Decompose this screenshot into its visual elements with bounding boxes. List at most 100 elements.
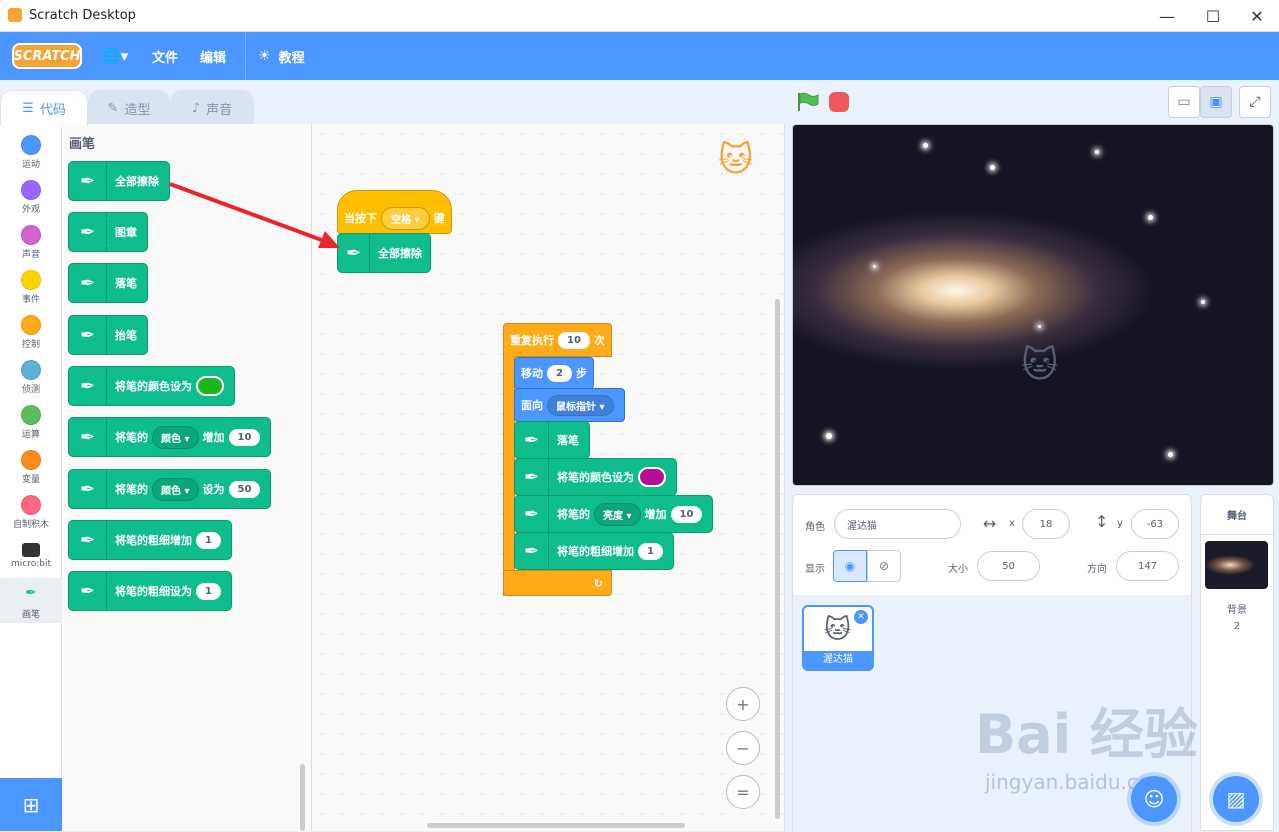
value-input[interactable]: 1 bbox=[196, 582, 221, 600]
category-9[interactable]: 自制积木 bbox=[0, 488, 62, 533]
block-set-pen-color[interactable]: ✒ 将笔的颜色设为 bbox=[514, 458, 677, 496]
category-3[interactable]: 声音 bbox=[0, 218, 62, 263]
tab-code[interactable]: ☰ 代码 bbox=[0, 90, 88, 126]
tab-sounds[interactable]: ♪ 声音 bbox=[170, 90, 254, 126]
small-stage-button[interactable]: ▭ bbox=[1168, 86, 1200, 118]
workspace-horizontal-scrollbar[interactable] bbox=[427, 823, 685, 828]
x-label: x bbox=[1009, 518, 1015, 529]
x-input[interactable]: 18 bbox=[1022, 509, 1070, 539]
file-menu[interactable]: 文件 bbox=[152, 32, 178, 80]
category-10[interactable]: micro:bit bbox=[0, 533, 62, 578]
workspace-vertical-scrollbar[interactable] bbox=[775, 299, 780, 819]
param-dropdown[interactable]: 颜色 ▾ bbox=[152, 477, 199, 501]
stage-header: ▭ ▣ ⤢ bbox=[785, 80, 1279, 124]
choose-backdrop-button[interactable]: ▨ bbox=[1213, 776, 1259, 822]
value-input[interactable]: 10 bbox=[228, 428, 261, 446]
category-8[interactable]: 变量 bbox=[0, 443, 62, 488]
block-change-pen-param[interactable]: ✒ 将笔的 亮度 ▾ 增加 10 bbox=[514, 495, 714, 533]
y-input[interactable]: -63 bbox=[1131, 509, 1179, 539]
repeat-block[interactable]: 重复执行 10 次 bbox=[503, 323, 612, 357]
palette-scrollbar[interactable] bbox=[300, 764, 305, 831]
pen-icon: ✒ bbox=[69, 315, 107, 355]
move-steps-input[interactable]: 2 bbox=[547, 364, 572, 382]
sprite-thumbnail[interactable]: 🐱 ✕ 渥达猫 bbox=[802, 605, 874, 671]
add-extension-button[interactable]: ⊞ bbox=[0, 778, 62, 831]
choose-sprite-button[interactable]: ☺ bbox=[1131, 776, 1177, 822]
category-11[interactable]: ✒ 画笔 bbox=[0, 578, 62, 623]
backdrop-thumbnail[interactable] bbox=[1205, 541, 1268, 589]
menu-divider bbox=[245, 32, 246, 80]
category-6[interactable]: 侦测 bbox=[0, 353, 62, 398]
color-picker[interactable] bbox=[638, 467, 666, 487]
hide-button[interactable]: ⊘ bbox=[867, 550, 901, 582]
zoom-out-button[interactable]: − bbox=[726, 731, 760, 765]
repeat-count-input[interactable]: 10 bbox=[558, 331, 590, 349]
pen-icon: ✒ bbox=[515, 422, 549, 458]
category-2[interactable]: 外观 bbox=[0, 173, 62, 218]
green-flag-icon[interactable] bbox=[797, 92, 819, 112]
block-set-pen-color[interactable]: ✒ 将笔的颜色设为 bbox=[68, 366, 235, 406]
block-stamp[interactable]: ✒ 图章 bbox=[68, 212, 148, 252]
baidu-watermark: Bai 经验 bbox=[975, 703, 1198, 766]
block-pen-down[interactable]: ✒ 落笔 bbox=[68, 263, 148, 303]
code-workspace[interactable]: 🐱 当按下 空格 ▾ 键 ✒ 全部擦除 重复执行 10 次 ↻ 移动 2 步 面向… bbox=[169, 124, 785, 831]
block-set-pen-param[interactable]: ✒ 将笔的 颜色 ▾ 设为 50 bbox=[68, 469, 272, 509]
minimize-button[interactable]: — bbox=[1144, 0, 1190, 32]
delete-sprite-icon[interactable]: ✕ bbox=[854, 610, 868, 624]
backdrop-label: 背景 bbox=[1227, 605, 1247, 616]
block-label: 抬笔 bbox=[115, 329, 137, 342]
move-block[interactable]: 移动 2 步 bbox=[514, 357, 594, 389]
value-input[interactable]: 50 bbox=[228, 480, 261, 498]
close-window-button[interactable]: ✕ bbox=[1234, 0, 1279, 32]
category-5[interactable]: 控制 bbox=[0, 308, 62, 353]
block-label: 增加 bbox=[644, 508, 667, 521]
zoom-reset-button[interactable]: = bbox=[726, 775, 760, 809]
block-pen-up[interactable]: ✒ 抬笔 bbox=[68, 315, 148, 355]
maximize-button[interactable]: ☐ bbox=[1190, 0, 1236, 32]
zoom-in-button[interactable]: + bbox=[726, 687, 760, 721]
param-dropdown[interactable]: 颜色 ▾ bbox=[152, 425, 199, 449]
cat-face-icon: ☺ bbox=[1143, 787, 1165, 811]
add-extension-icon: ⊞ bbox=[22, 792, 40, 817]
block-change-pen-size[interactable]: ✒ 将笔的粗细增加 1 bbox=[514, 532, 674, 570]
edit-menu[interactable]: 编辑 bbox=[200, 32, 226, 80]
pen-icon: ✒ bbox=[515, 459, 549, 495]
point-towards-block[interactable]: 面向 鼠标指针 ▾ bbox=[514, 388, 625, 422]
tutorials-menu[interactable]: ☀ 教程 bbox=[258, 32, 305, 80]
category-label: 控制 bbox=[21, 340, 40, 350]
scratch-logo[interactable]: SCRATCH bbox=[12, 43, 82, 69]
when-key-pressed-block[interactable]: 当按下 空格 ▾ 键 bbox=[337, 190, 452, 234]
size-input[interactable]: 50 bbox=[977, 551, 1040, 581]
value-input[interactable]: 1 bbox=[196, 531, 221, 549]
param-dropdown[interactable]: 亮度 ▾ bbox=[594, 502, 641, 526]
fullscreen-button[interactable]: ⤢ bbox=[1239, 86, 1271, 118]
stop-icon[interactable] bbox=[829, 92, 849, 112]
tutorials-label: 教程 bbox=[278, 50, 305, 66]
value-input[interactable]: 1 bbox=[638, 542, 663, 560]
block-label: 全部擦除 bbox=[378, 247, 422, 260]
palette-heading: 画笔 bbox=[69, 137, 96, 152]
show-button[interactable]: ◉ bbox=[833, 550, 867, 582]
language-menu[interactable]: 🌐▾ bbox=[102, 32, 128, 80]
normal-stage-button[interactable]: ▣ bbox=[1200, 86, 1232, 118]
sprite-name-input[interactable]: 渥达猫 bbox=[834, 509, 961, 539]
category-dot-icon bbox=[21, 405, 41, 425]
key-dropdown[interactable]: 空格 ▾ bbox=[381, 206, 430, 230]
category-label: micro:bit bbox=[11, 559, 51, 569]
tab-costumes[interactable]: ✎ 造型 bbox=[88, 90, 170, 126]
block-set-pen-size[interactable]: ✒ 将笔的粗细设为 1 bbox=[68, 571, 232, 611]
block-change-pen-param[interactable]: ✒ 将笔的 颜色 ▾ 增加 10 bbox=[68, 417, 272, 457]
block-label: 将笔的颜色设为 bbox=[557, 471, 634, 484]
cat-sprite[interactable]: 🐱 bbox=[1021, 345, 1059, 386]
block-change-pen-size[interactable]: ✒ 将笔的粗细增加 1 bbox=[68, 520, 232, 560]
category-4[interactable]: 事件 bbox=[0, 263, 62, 308]
stage-canvas[interactable]: 🐱 bbox=[792, 124, 1274, 486]
category-1[interactable]: 运动 bbox=[0, 128, 62, 173]
point-target-dropdown[interactable]: 鼠标指针 ▾ bbox=[547, 394, 614, 416]
category-7[interactable]: 运算 bbox=[0, 398, 62, 443]
value-input[interactable]: 10 bbox=[670, 505, 703, 523]
color-picker[interactable] bbox=[196, 376, 224, 396]
direction-input[interactable]: 147 bbox=[1116, 551, 1179, 581]
block-clear[interactable]: ✒ 全部擦除 bbox=[68, 161, 170, 201]
block-pen-down[interactable]: ✒ 落笔 bbox=[514, 421, 590, 459]
